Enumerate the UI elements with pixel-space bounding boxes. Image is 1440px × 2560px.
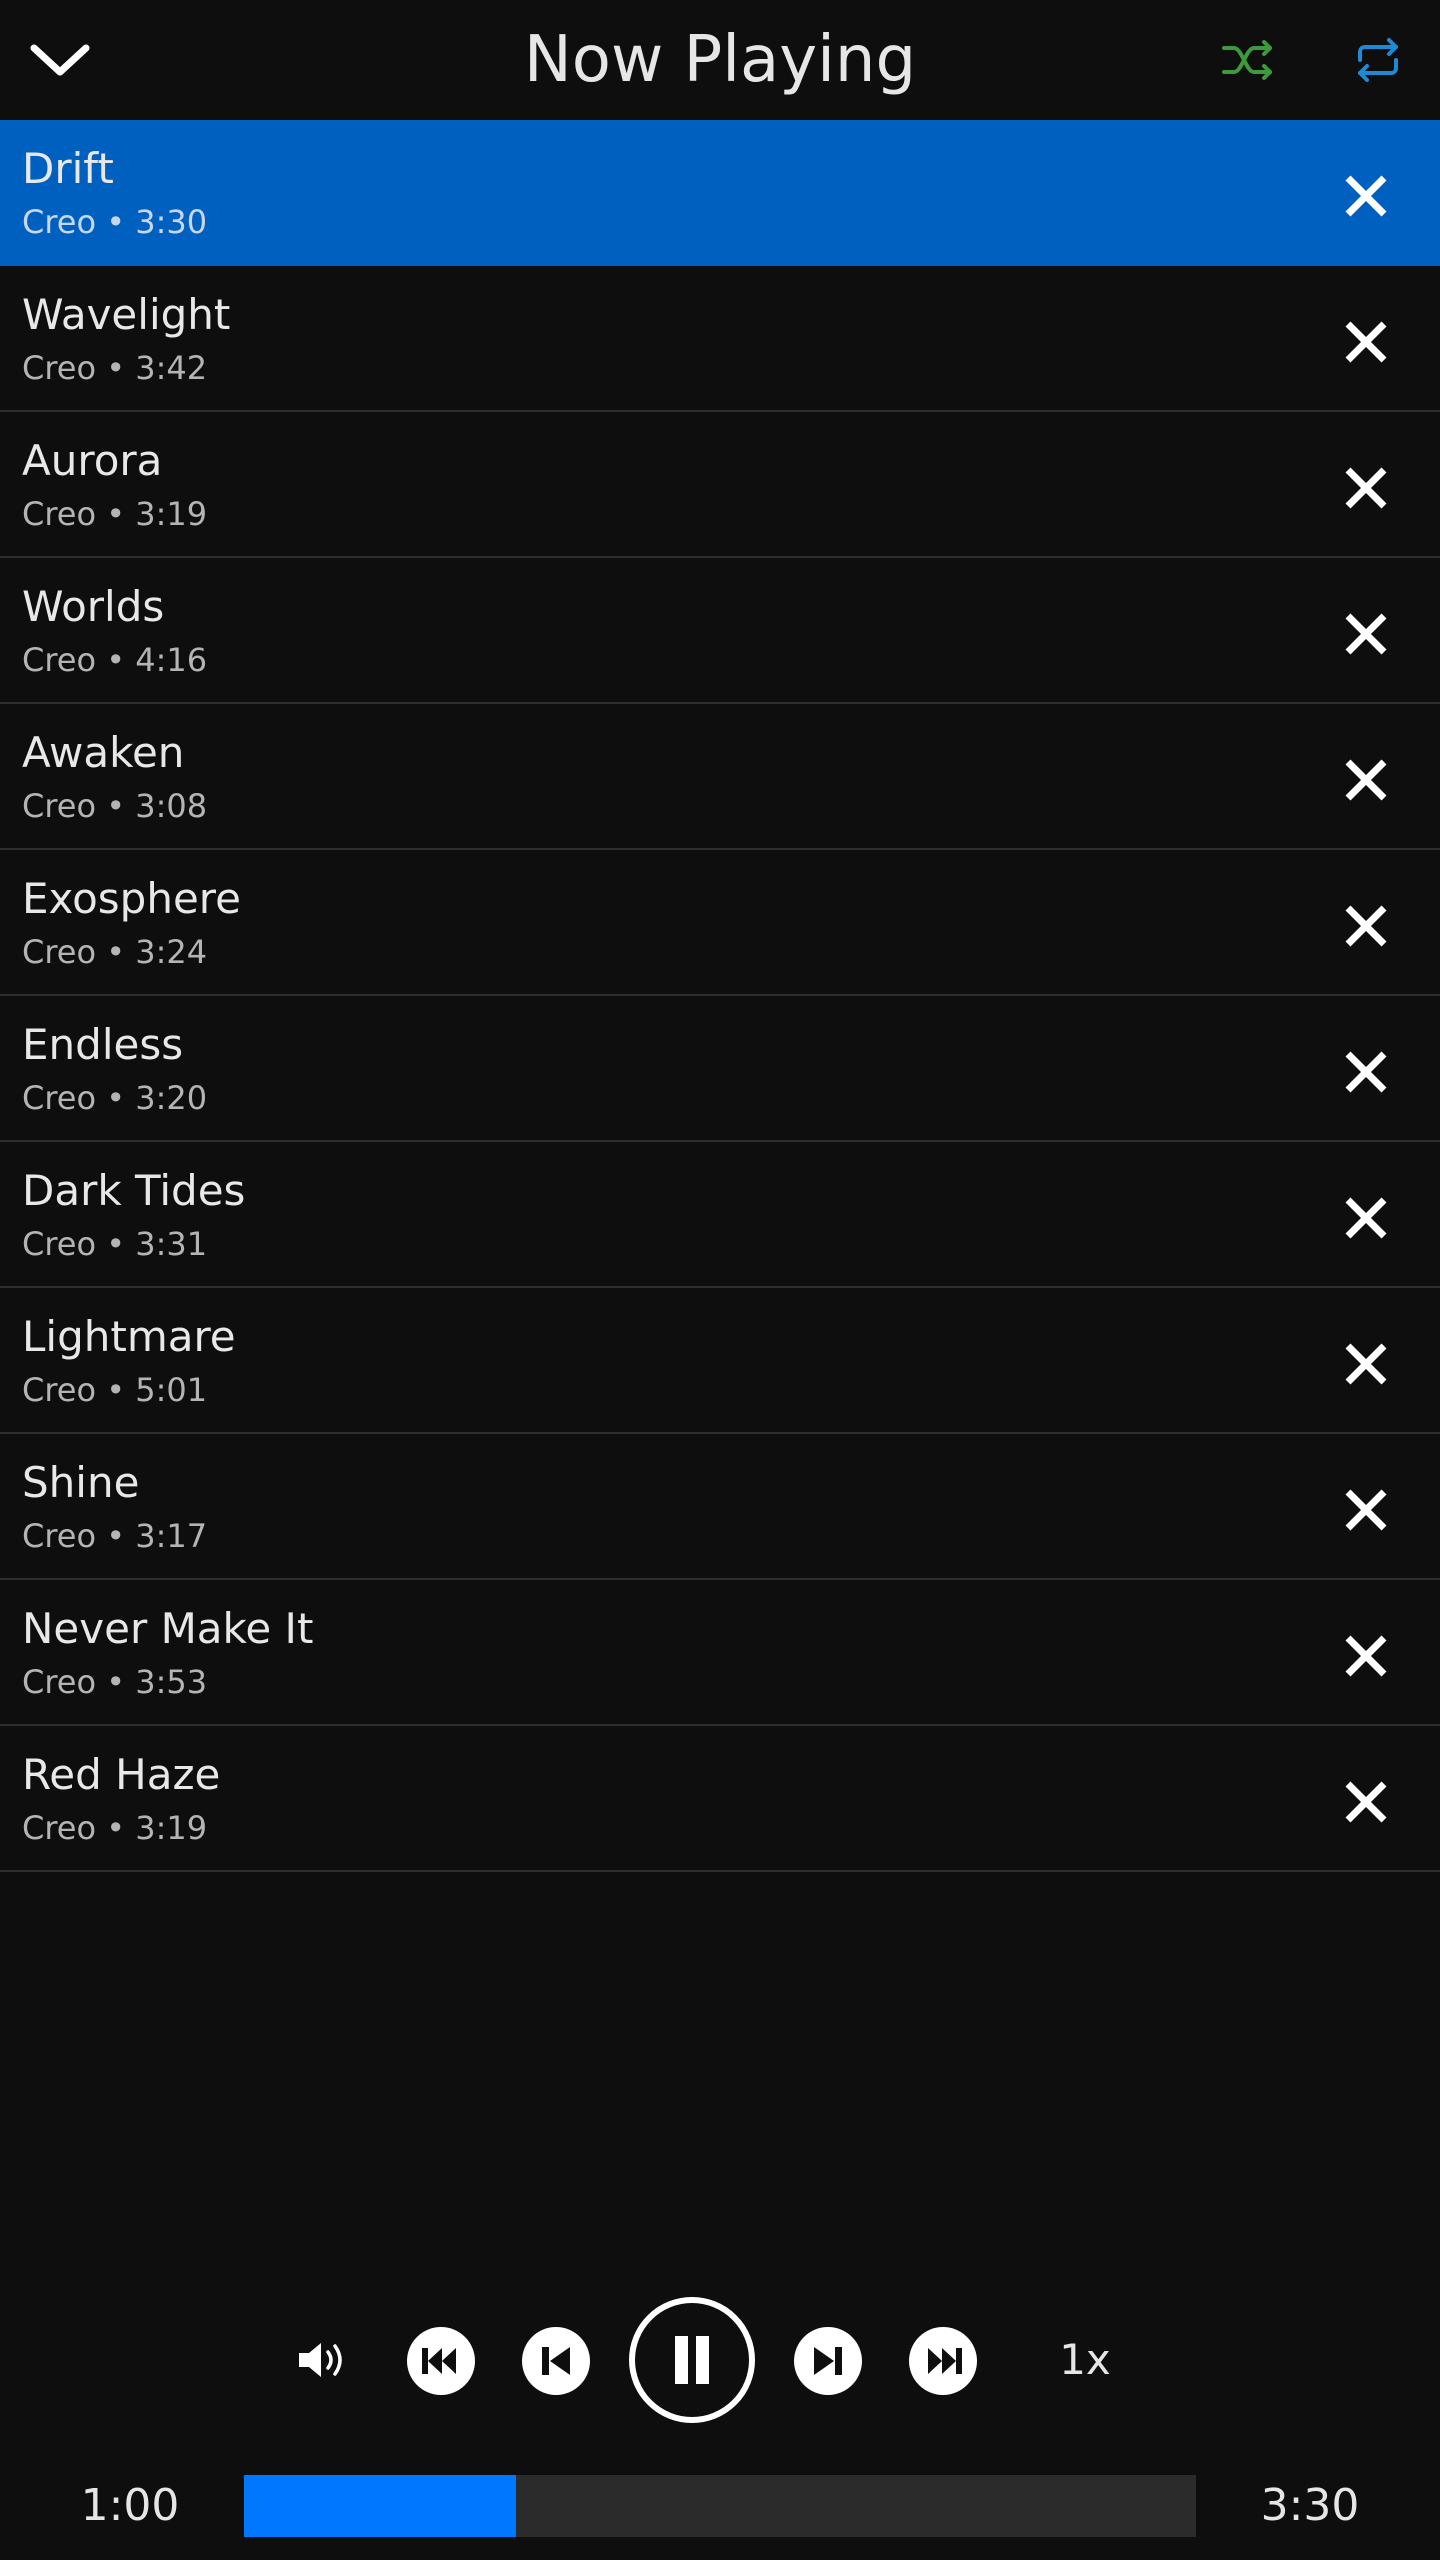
track-title: Drift: [22, 144, 114, 193]
track-artist-duration: Creo • 3:19: [22, 495, 208, 533]
track-artist-duration: Creo • 3:53: [22, 1663, 208, 1701]
remove-track-button[interactable]: [1326, 448, 1406, 528]
track-title: Lightmare: [22, 1312, 236, 1361]
queue-item[interactable]: Aurora Creo • 3:19: [0, 412, 1440, 558]
rewind-button[interactable]: [406, 2326, 476, 2396]
close-icon: [1345, 759, 1387, 801]
track-title: Aurora: [22, 436, 163, 485]
repeat-icon: [1358, 38, 1398, 82]
queue-item[interactable]: Drift Creo • 3:30: [0, 120, 1440, 266]
collapse-button[interactable]: [20, 20, 100, 100]
track-artist-duration: Creo • 3:20: [22, 1079, 208, 1117]
close-icon: [1345, 613, 1387, 655]
queue-item[interactable]: Exosphere Creo • 3:24: [0, 850, 1440, 996]
queue-item[interactable]: Never Make It Creo • 3:53: [0, 1580, 1440, 1726]
queue-list: Drift Creo • 3:30 Wavelight Creo • 3:42 Auro…: [0, 120, 1440, 1872]
remove-track-button[interactable]: [1326, 740, 1406, 820]
track-artist-duration: Creo • 3:42: [22, 349, 208, 387]
remove-track-button[interactable]: [1326, 886, 1406, 966]
track-title: Exosphere: [22, 874, 241, 923]
close-icon: [1345, 1489, 1387, 1531]
queue-item[interactable]: Shine Creo • 3:17: [0, 1434, 1440, 1580]
queue-item[interactable]: Awaken Creo • 3:08: [0, 704, 1440, 850]
queue-item[interactable]: Wavelight Creo • 3:42: [0, 266, 1440, 412]
remove-track-button[interactable]: [1326, 1178, 1406, 1258]
next-button[interactable]: [793, 2326, 863, 2396]
header-bar: Now Playing: [0, 0, 1440, 120]
fast-forward-button[interactable]: [908, 2326, 978, 2396]
track-title: Shine: [22, 1458, 140, 1507]
queue-item[interactable]: Endless Creo • 3:20: [0, 996, 1440, 1142]
track-artist-duration: Creo • 5:01: [22, 1371, 208, 1409]
track-title: Worlds: [22, 582, 165, 631]
remove-track-button[interactable]: [1326, 1032, 1406, 1112]
volume-icon: [299, 2343, 342, 2377]
track-title: Never Make It: [22, 1604, 314, 1653]
remove-track-button[interactable]: [1326, 1324, 1406, 1404]
fast-forward-icon: [909, 2327, 977, 2395]
progress-fill: [244, 2475, 516, 2537]
playback-speed-button[interactable]: 1x: [1030, 2330, 1140, 2390]
playback-controls: [0, 2290, 1440, 2430]
close-icon: [1345, 1781, 1387, 1823]
pause-button[interactable]: [628, 2296, 756, 2424]
total-time: 3:30: [1260, 2480, 1360, 2531]
track-artist-duration: Creo • 3:30: [22, 203, 208, 241]
queue-item[interactable]: Dark Tides Creo • 3:31: [0, 1142, 1440, 1288]
track-title: Awaken: [22, 728, 185, 777]
close-icon: [1345, 321, 1387, 363]
track-artist-duration: Creo • 3:31: [22, 1225, 208, 1263]
close-icon: [1345, 1197, 1387, 1239]
rewind-icon: [407, 2327, 475, 2395]
close-icon: [1345, 175, 1387, 217]
track-title: Wavelight: [22, 290, 231, 339]
remove-track-button[interactable]: [1326, 156, 1406, 236]
volume-button[interactable]: [288, 2330, 358, 2390]
close-icon: [1345, 1343, 1387, 1385]
remove-track-button[interactable]: [1326, 594, 1406, 674]
track-title: Dark Tides: [22, 1166, 246, 1215]
track-artist-duration: Creo • 3:24: [22, 933, 208, 971]
shuffle-button[interactable]: [1210, 22, 1286, 98]
repeat-button[interactable]: [1340, 22, 1416, 98]
close-icon: [1345, 467, 1387, 509]
track-title: Endless: [22, 1020, 184, 1069]
remove-track-button[interactable]: [1326, 1616, 1406, 1696]
skip-next-icon: [794, 2327, 862, 2395]
track-artist-duration: Creo • 3:08: [22, 787, 208, 825]
queue-item[interactable]: Worlds Creo • 4:16: [0, 558, 1440, 704]
pause-icon: [629, 2297, 755, 2423]
close-icon: [1345, 1635, 1387, 1677]
queue-item[interactable]: Red Haze Creo • 3:19: [0, 1726, 1440, 1872]
previous-button[interactable]: [521, 2326, 591, 2396]
track-artist-duration: Creo • 4:16: [22, 641, 208, 679]
remove-track-button[interactable]: [1326, 302, 1406, 382]
queue-item[interactable]: Lightmare Creo • 5:01: [0, 1288, 1440, 1434]
shuffle-icon: [1222, 40, 1272, 80]
close-icon: [1345, 905, 1387, 947]
remove-track-button[interactable]: [1326, 1470, 1406, 1550]
track-title: Red Haze: [22, 1750, 221, 1799]
progress-bar[interactable]: [244, 2475, 1196, 2537]
track-artist-duration: Creo • 3:19: [22, 1809, 208, 1847]
skip-previous-icon: [522, 2327, 590, 2395]
current-time: 1:00: [80, 2480, 180, 2531]
track-artist-duration: Creo • 3:17: [22, 1517, 208, 1555]
close-icon: [1345, 1051, 1387, 1093]
chevron-down-icon: [30, 44, 90, 76]
remove-track-button[interactable]: [1326, 1762, 1406, 1842]
